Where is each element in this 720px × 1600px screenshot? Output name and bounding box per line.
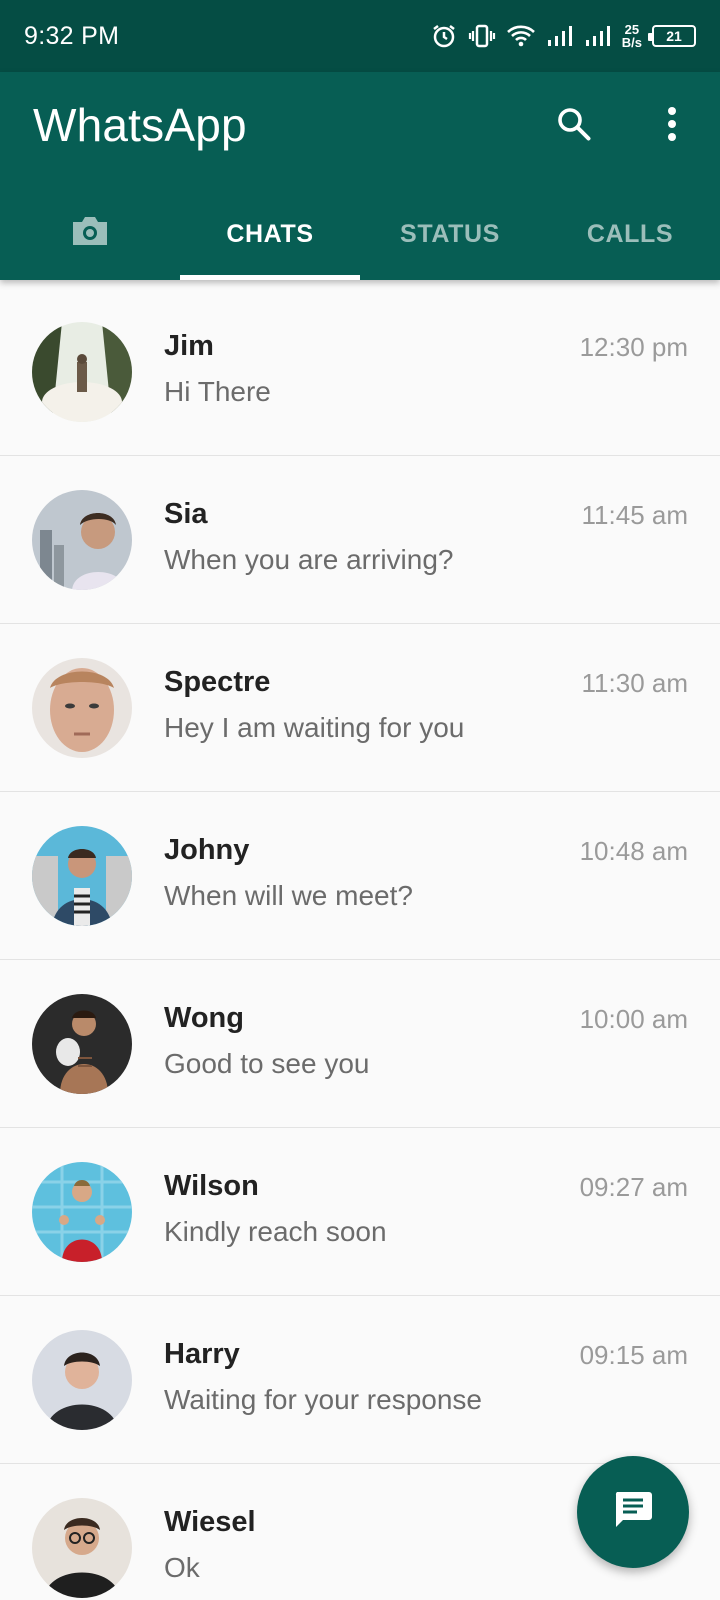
tab-chats[interactable]: CHATS (180, 188, 360, 280)
contact-name: Wilson (164, 1170, 259, 1202)
net-speed-unit: B/s (621, 35, 642, 50)
chat-item-johny[interactable]: Johny When will we meet? 10:48 am (0, 792, 720, 960)
message-time: 10:00 am (579, 1004, 688, 1034)
last-message: Waiting for your response (164, 1384, 482, 1415)
alarm-icon (430, 22, 458, 50)
last-message: Hi There (164, 376, 271, 407)
signal-icon (584, 24, 612, 48)
avatar[interactable] (32, 658, 132, 758)
message-time: 11:30 am (581, 668, 688, 698)
tab-status[interactable]: STATUS (360, 188, 540, 280)
battery-level: 21 (666, 28, 682, 44)
chat-item-wilson[interactable]: Wilson Kindly reach soon 09:27 am (0, 1128, 720, 1296)
search-icon (555, 105, 593, 148)
avatar[interactable] (32, 1330, 132, 1430)
chat-item-spectre[interactable]: Spectre Hey I am waiting for you 11:30 a… (0, 624, 720, 792)
message-time: 11:45 am (581, 500, 688, 530)
message-time: 10:48 am (579, 836, 688, 866)
tab-bar: CHATS STATUS CALLS (0, 188, 720, 280)
last-message: When you are arriving? (164, 544, 454, 575)
status-time: 9:32 PM (24, 21, 120, 50)
more-vert-icon (666, 106, 678, 147)
new-chat-icon (611, 1488, 655, 1537)
more-options-button[interactable] (652, 104, 692, 148)
status-icons: 25 B/s 21 (430, 22, 696, 50)
search-button[interactable] (552, 104, 596, 148)
contact-name: Wong (164, 1002, 244, 1034)
avatar[interactable] (32, 322, 132, 422)
contact-name: Harry (164, 1338, 240, 1370)
tab-calls[interactable]: CALLS (540, 188, 720, 280)
message-time: 09:15 am (579, 1340, 688, 1370)
net-speed: 25 B/s (622, 23, 642, 49)
vibrate-icon (468, 22, 496, 50)
app-title: WhatsApp (33, 99, 247, 151)
new-chat-button[interactable] (577, 1456, 689, 1568)
avatar[interactable] (32, 826, 132, 926)
avatar[interactable] (32, 490, 132, 590)
battery-icon: 21 (648, 25, 696, 47)
avatar[interactable] (32, 994, 132, 1094)
last-message: Hey I am waiting for you (164, 712, 465, 743)
contact-name: Johny (164, 834, 250, 866)
chat-item-jim[interactable]: Jim Hi There 12:30 pm (0, 288, 720, 456)
last-message: Good to see you (164, 1048, 370, 1079)
last-message: When will we meet? (164, 880, 413, 911)
app-bar: WhatsApp CHATS STATUS CALLS (0, 72, 720, 280)
message-time: 09:27 am (579, 1172, 688, 1202)
chat-item-wong[interactable]: Wong Good to see you 10:00 am (0, 960, 720, 1128)
chat-list: Jim Hi There 12:30 pm Sia When you are a… (0, 288, 720, 1600)
status-bar: 9:32 PM 25 B/s 21 (0, 0, 720, 72)
message-time: 12:30 pm (579, 332, 688, 362)
last-message: Kindly reach soon (164, 1216, 387, 1247)
last-message: Ok (164, 1552, 200, 1583)
contact-name: Spectre (164, 666, 271, 698)
signal-icon (546, 24, 574, 48)
contact-name: Jim (164, 330, 214, 362)
camera-icon (70, 214, 110, 255)
chat-item-harry[interactable]: Harry Waiting for your response 09:15 am (0, 1296, 720, 1464)
avatar[interactable] (32, 1162, 132, 1262)
wifi-icon (506, 23, 536, 49)
chat-item-sia[interactable]: Sia When you are arriving? 11:45 am (0, 456, 720, 624)
contact-name: Sia (164, 498, 208, 530)
avatar[interactable] (32, 1498, 132, 1598)
tab-camera[interactable] (0, 188, 180, 280)
contact-name: Wiesel (164, 1506, 256, 1538)
